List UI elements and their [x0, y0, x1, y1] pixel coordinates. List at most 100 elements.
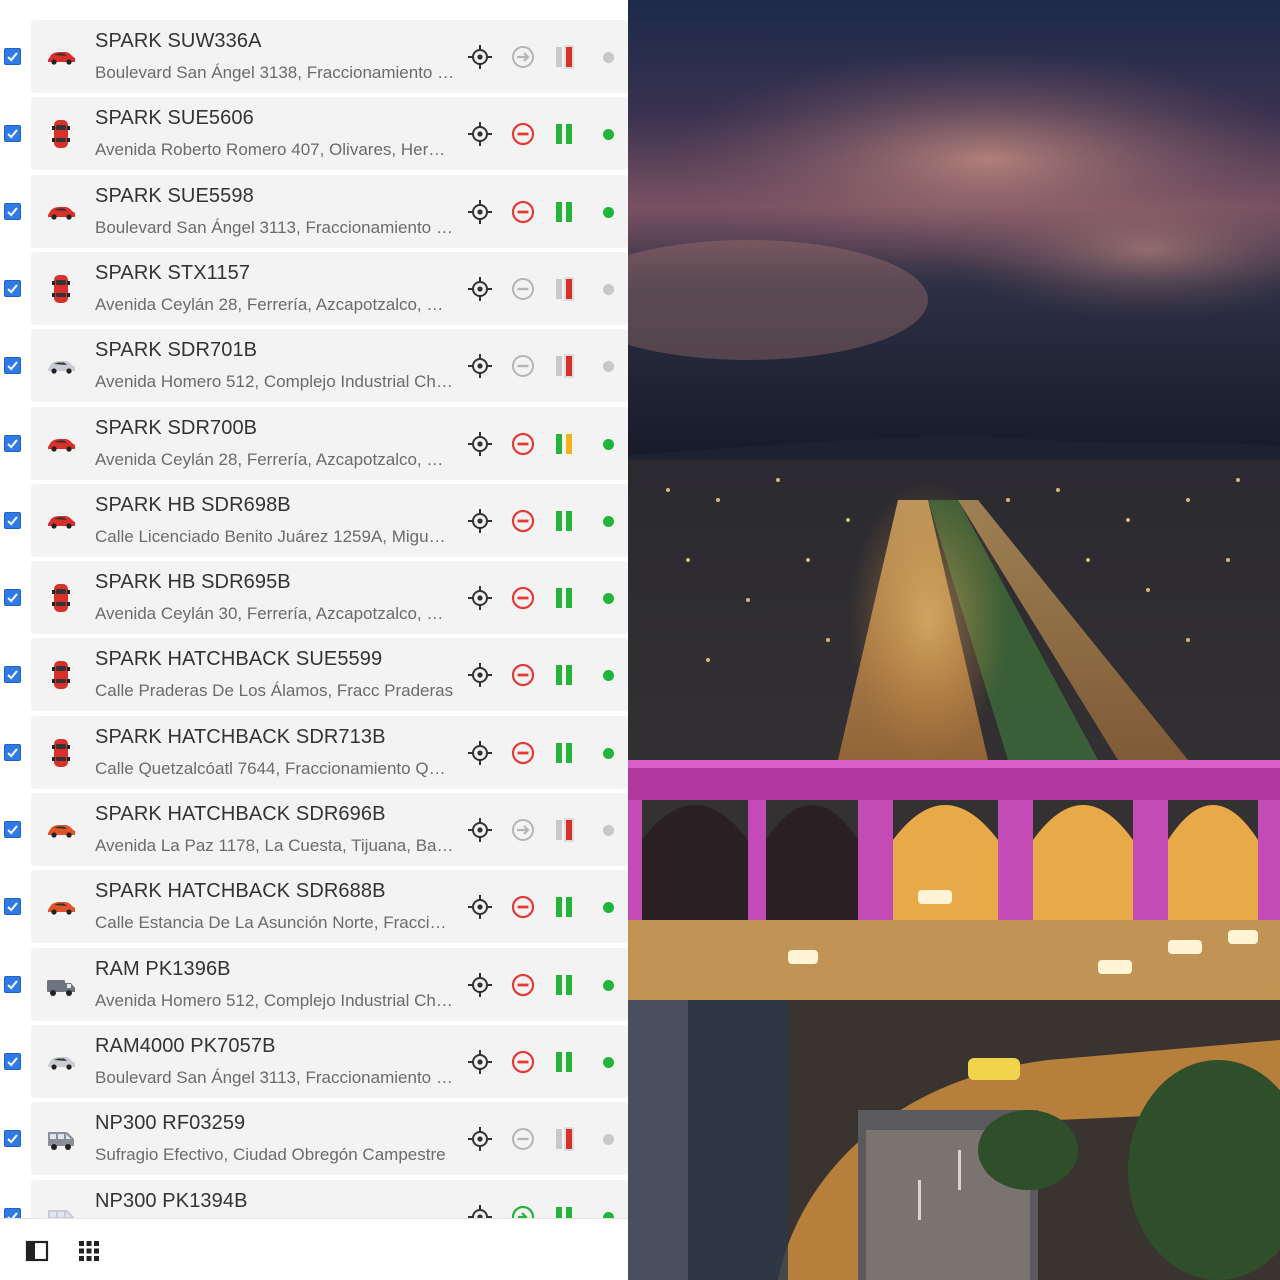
vehicle-row[interactable]: SPARK HATCHBACK SDR696B Avenida La Paz 11…: [0, 791, 628, 868]
vehicle-card[interactable]: SPARK HB SDR695B Avenida Ceylán 30, Ferre…: [31, 561, 628, 635]
vehicle-card[interactable]: SPARK HATCHBACK SDR713B Calle Quetzalcóat…: [31, 715, 628, 789]
vehicle-row[interactable]: RAM PK1396B Avenida Homero 512, Complejo …: [0, 946, 628, 1023]
vehicle-checkbox[interactable]: [4, 125, 21, 143]
vehicle-checkbox[interactable]: [4, 821, 21, 838]
vehicle-checkbox[interactable]: [4, 589, 21, 607]
ignition-status-icon: [552, 508, 578, 534]
stop-icon[interactable]: [510, 585, 536, 611]
stop-icon[interactable]: [510, 353, 536, 379]
vehicle-card[interactable]: SPARK STX1157 Avenida Ceylán 28, Ferrería…: [31, 251, 628, 325]
vehicle-card[interactable]: SPARK SUW336A Boulevard San Ángel 3138, F…: [31, 20, 628, 93]
vehicle-row[interactable]: SPARK SUE5598 Boulevard San Ángel 3113, F…: [0, 173, 628, 250]
vehicle-row[interactable]: SPARK HATCHBACK SUE5599 Calle Praderas De…: [0, 636, 628, 713]
locate-icon[interactable]: [467, 431, 493, 457]
stop-icon[interactable]: [510, 1049, 536, 1075]
car-side-icon: [45, 1047, 77, 1077]
vehicle-checkbox[interactable]: [4, 202, 21, 220]
vehicle-checkbox[interactable]: [4, 279, 21, 297]
vehicle-card[interactable]: RAM PK1396B Avenida Homero 512, Complejo …: [31, 947, 628, 1021]
vehicle-card[interactable]: SPARK HATCHBACK SDR696B Avenida La Paz 11…: [31, 793, 628, 866]
vehicle-row[interactable]: SPARK SDR700B Avenida Ceylán 28, Ferrería…: [0, 405, 628, 482]
ignition-status-icon: [552, 1204, 578, 1218]
locate-icon[interactable]: [467, 199, 493, 225]
panel-toggle-icon[interactable]: [25, 1239, 49, 1263]
locate-icon[interactable]: [467, 662, 493, 688]
car-top-icon: [45, 119, 77, 149]
vehicle-address: Boulevard San Ángel 3113, Fraccionamient…: [95, 217, 455, 237]
locate-icon[interactable]: [467, 1126, 493, 1152]
locate-icon[interactable]: [467, 121, 493, 147]
stop-icon[interactable]: [510, 121, 536, 147]
vehicle-card[interactable]: SPARK HATCHBACK SUE5599 Calle Praderas De…: [31, 638, 628, 712]
vehicle-row[interactable]: SPARK HB SDR695B Avenida Ceylán 30, Ferre…: [0, 559, 628, 636]
vehicle-title: SPARK STX1157: [95, 261, 251, 284]
locate-icon[interactable]: [467, 740, 493, 766]
vehicle-title: SPARK HATCHBACK SDR713B: [95, 725, 386, 748]
vehicle-card[interactable]: SPARK HATCHBACK SDR688B Calle Estancia De…: [31, 870, 628, 944]
ignition-status-icon: [552, 585, 578, 611]
vehicle-address: Avenida Ceylán 30, Ferrería, Azcapotzalc…: [95, 604, 455, 624]
locate-icon[interactable]: [467, 585, 493, 611]
vehicle-checkbox[interactable]: [4, 1207, 21, 1218]
vehicle-row[interactable]: NP300 PK1394B: [0, 1178, 628, 1218]
vehicle-list[interactable]: SPARK SUW336A Boulevard San Ángel 3138, F…: [0, 18, 628, 1218]
locate-icon[interactable]: [467, 972, 493, 998]
stop-icon[interactable]: [510, 972, 536, 998]
moving-icon[interactable]: [510, 1204, 536, 1218]
vehicle-row[interactable]: RAM4000 PK7057B Boulevard San Ángel 3113,…: [0, 1023, 628, 1100]
vehicle-card[interactable]: SPARK SUE5598 Boulevard San Ángel 3113, F…: [31, 174, 628, 248]
vehicle-row[interactable]: SPARK HATCHBACK SDR688B Calle Estancia De…: [0, 868, 628, 945]
vehicle-row[interactable]: SPARK HB SDR698B Calle Licenciado Benito …: [0, 482, 628, 559]
arrow-right-icon[interactable]: [510, 44, 536, 70]
vehicle-checkbox[interactable]: [4, 357, 21, 375]
vehicle-address: Avenida La Paz 1178, La Cuesta, Tijuana,…: [95, 836, 455, 855]
vehicle-checkbox[interactable]: [4, 1052, 21, 1070]
connection-status-dot: [603, 52, 614, 63]
vehicle-checkbox[interactable]: [4, 666, 21, 684]
ignition-status-icon: [552, 1049, 578, 1075]
vehicle-card[interactable]: RAM4000 PK7057B Boulevard San Ángel 3113,…: [31, 1024, 628, 1098]
grid-icon[interactable]: [77, 1239, 101, 1263]
vehicle-checkbox[interactable]: [4, 1130, 21, 1148]
locate-icon[interactable]: [467, 44, 493, 70]
stop-icon[interactable]: [510, 894, 536, 920]
vehicle-card[interactable]: NP300 RF03259 Sufragio Efectivo, Ciudad O…: [31, 1102, 628, 1176]
vehicle-row[interactable]: SPARK STX1157 Avenida Ceylán 28, Ferrería…: [0, 250, 628, 327]
stop-icon[interactable]: [510, 199, 536, 225]
stop-icon[interactable]: [510, 276, 536, 302]
locate-icon[interactable]: [467, 1049, 493, 1075]
stop-icon[interactable]: [510, 740, 536, 766]
vehicle-row[interactable]: SPARK SDR701B Avenida Homero 512, Complej…: [0, 327, 628, 404]
stop-icon[interactable]: [510, 1126, 536, 1152]
stop-icon[interactable]: [510, 662, 536, 688]
vehicle-row[interactable]: SPARK SUE5606 Avenida Roberto Romero 407,…: [0, 95, 628, 172]
vehicle-row[interactable]: SPARK HATCHBACK SDR713B Calle Quetzalcóat…: [0, 714, 628, 791]
vehicle-card[interactable]: SPARK HB SDR698B Calle Licenciado Benito …: [31, 483, 628, 557]
locate-icon[interactable]: [467, 817, 493, 843]
vehicle-title: SPARK HB SDR695B: [95, 571, 291, 594]
vehicle-address: Avenida Homero 512, Complejo Industrial …: [95, 990, 455, 1010]
locate-icon[interactable]: [467, 276, 493, 302]
connection-status-dot: [603, 515, 614, 527]
vehicle-checkbox[interactable]: [4, 48, 21, 65]
locate-icon[interactable]: [467, 508, 493, 534]
arrow-right-icon[interactable]: [510, 817, 536, 843]
stop-icon[interactable]: [510, 431, 536, 457]
vehicle-card[interactable]: SPARK SUE5606 Avenida Roberto Romero 407,…: [31, 97, 628, 171]
locate-icon[interactable]: [467, 894, 493, 920]
vehicle-card[interactable]: SPARK SDR701B Avenida Homero 512, Complej…: [31, 329, 628, 403]
vehicle-checkbox[interactable]: [4, 898, 21, 916]
stop-icon[interactable]: [510, 508, 536, 534]
connection-status-dot: [603, 747, 614, 759]
locate-icon[interactable]: [467, 353, 493, 379]
locate-icon[interactable]: [467, 1204, 493, 1218]
vehicle-card[interactable]: SPARK SDR700B Avenida Ceylán 28, Ferrería…: [31, 406, 628, 480]
vehicle-row[interactable]: NP300 RF03259 Sufragio Efectivo, Ciudad O…: [0, 1100, 628, 1177]
vehicle-card[interactable]: NP300 PK1394B: [31, 1179, 628, 1218]
vehicle-checkbox[interactable]: [4, 975, 21, 993]
vehicle-checkbox[interactable]: [4, 511, 21, 529]
vehicle-checkbox[interactable]: [4, 434, 21, 452]
ignition-status-icon: [552, 121, 578, 147]
vehicle-row[interactable]: SPARK SUW336A Boulevard San Ángel 3138, F…: [0, 18, 628, 95]
vehicle-checkbox[interactable]: [4, 743, 21, 761]
